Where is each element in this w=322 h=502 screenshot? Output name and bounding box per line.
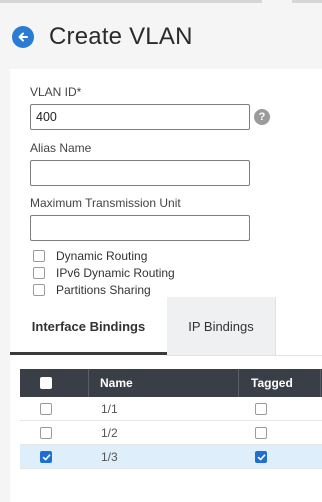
top-strip-segment <box>292 0 322 3</box>
help-icon[interactable]: ? <box>254 109 270 125</box>
select-all-checkbox[interactable] <box>40 377 52 389</box>
tagged-checkbox[interactable] <box>255 451 267 463</box>
row-select-checkbox[interactable] <box>40 403 52 415</box>
select-all-cell <box>40 369 52 397</box>
tab-ip-bindings-label: IP Bindings <box>188 318 254 334</box>
vlan-id-input[interactable]: 400 <box>30 104 250 130</box>
row-name: 1/3 <box>101 450 118 464</box>
tagged-checkbox[interactable] <box>255 403 267 415</box>
dynamic-routing-option[interactable]: Dynamic Routing <box>33 249 147 263</box>
column-separator <box>320 369 321 397</box>
name-column-header[interactable]: Name <box>100 369 133 397</box>
mtu-label: Maximum Transmission Unit <box>30 196 181 210</box>
dynamic-routing-label: Dynamic Routing <box>56 249 148 263</box>
partitions-sharing-option[interactable]: Partitions Sharing <box>33 283 151 297</box>
active-tab-underline <box>10 352 167 355</box>
ipv6-dynamic-routing-label: IPv6 Dynamic Routing <box>56 266 175 280</box>
table-row[interactable]: 1/1 <box>20 397 322 421</box>
page-title: Create VLAN <box>49 23 193 50</box>
binding-tabs: Interface Bindings IP Bindings <box>10 297 322 355</box>
table-row[interactable]: 1/3 <box>20 445 322 469</box>
table-row[interactable]: 1/2 <box>20 421 322 445</box>
dynamic-routing-checkbox[interactable] <box>33 250 45 262</box>
ipv6-dynamic-routing-checkbox[interactable] <box>33 267 45 279</box>
tagged-checkbox[interactable] <box>255 427 267 439</box>
row-name: 1/1 <box>101 402 118 416</box>
column-separator <box>88 369 89 397</box>
row-name: 1/2 <box>101 426 118 440</box>
top-strip-segment <box>0 0 262 3</box>
interface-bindings-table: Name Tagged 1/1 1/2 1/3 <box>20 369 322 469</box>
tab-ip-bindings[interactable]: IP Bindings <box>167 297 276 355</box>
alias-name-label: Alias Name <box>30 141 92 155</box>
back-arrow-icon <box>18 32 28 42</box>
partitions-sharing-checkbox[interactable] <box>33 284 45 296</box>
ipv6-dynamic-routing-option[interactable]: IPv6 Dynamic Routing <box>33 266 175 280</box>
tab-interface-bindings[interactable]: Interface Bindings <box>10 297 167 355</box>
tab-interface-bindings-label: Interface Bindings <box>31 318 146 334</box>
row-select-checkbox[interactable] <box>40 451 52 463</box>
tabs-divider <box>167 355 322 356</box>
page-header: Create VLAN <box>12 22 193 52</box>
mtu-input[interactable] <box>30 215 250 241</box>
create-vlan-form: VLAN ID* 400 ? Alias Name Maximum Transm… <box>10 69 322 502</box>
column-separator <box>238 369 239 397</box>
back-button[interactable] <box>12 26 34 48</box>
checkmark-icon <box>257 453 265 460</box>
partitions-sharing-label: Partitions Sharing <box>56 283 151 297</box>
alias-name-input[interactable] <box>30 160 250 186</box>
tagged-column-header[interactable]: Tagged <box>251 369 293 397</box>
row-select-checkbox[interactable] <box>40 427 52 439</box>
table-header: Name Tagged <box>20 369 322 397</box>
checkmark-icon <box>42 453 50 460</box>
vlan-id-label: VLAN ID* <box>30 85 82 99</box>
top-scroll-strip <box>0 0 322 4</box>
